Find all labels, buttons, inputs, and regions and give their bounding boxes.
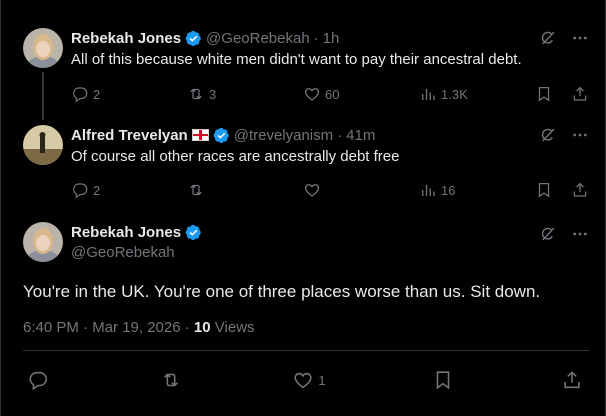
views-number: 10 [193, 319, 211, 336]
verified-badge-icon [185, 30, 202, 47]
post-meta: 6:40 PM · Mar 19, 2026 · 10 Views [23, 319, 255, 336]
focal-post-text: You're in the UK. You're one of three pl… [23, 282, 541, 301]
avatar-rebekah-jones[interactable] [23, 222, 63, 262]
reply-icon [71, 181, 89, 199]
user-handle[interactable]: @GeoRebekah [206, 30, 310, 47]
verified-badge-icon [185, 224, 202, 241]
reply-button[interactable] [27, 369, 53, 391]
reply-icon [71, 85, 89, 103]
share-icon [561, 369, 583, 391]
thread-post-2[interactable]: Alfred Trevelyan @trevelyanism · 41m Of … [1, 125, 606, 205]
reply-button[interactable]: 2 [71, 181, 187, 199]
post-time[interactable]: 41m [346, 127, 375, 144]
display-name[interactable]: Rebekah Jones [71, 30, 181, 47]
post-top-icons [539, 29, 589, 47]
like-button[interactable]: 60 [303, 85, 419, 103]
views-button[interactable]: 1.3K [419, 85, 529, 103]
like-button[interactable]: 1 [292, 369, 326, 391]
thread-line [42, 72, 44, 120]
grok-icon[interactable] [539, 126, 557, 144]
reply-button[interactable]: 2 [71, 85, 187, 103]
analytics-icon [419, 85, 437, 103]
reply-icon [27, 369, 49, 391]
post-header: Rebekah Jones @GeoRebekah · 1h [71, 28, 339, 48]
views-label: Views [214, 319, 255, 336]
more-icon[interactable] [571, 29, 589, 47]
heart-icon [303, 181, 321, 199]
avatar-image [23, 28, 63, 68]
repost-icon [160, 369, 182, 391]
repost-button[interactable] [187, 181, 303, 199]
display-name[interactable]: Alfred Trevelyan [71, 127, 188, 144]
separator-dot: · [313, 29, 319, 47]
avatar-alfred-trevelyan[interactable] [23, 125, 63, 165]
post-top-icons [539, 126, 589, 144]
share-icon[interactable] [571, 85, 589, 103]
views-button[interactable]: 16 [419, 181, 529, 199]
post-time[interactable]: 1h [323, 30, 340, 47]
views-count: 16 [441, 182, 456, 198]
post-header: Alfred Trevelyan @trevelyanism · 41m [71, 125, 375, 145]
post-secondary-actions [535, 181, 589, 199]
heart-icon [292, 369, 314, 391]
reply-count: 2 [93, 182, 101, 198]
avatar-rebekah-jones[interactable] [23, 28, 63, 68]
post-actions: 2 3 60 1.3K [71, 84, 589, 104]
verified-badge-icon [213, 127, 230, 144]
repost-button[interactable]: 3 [187, 85, 303, 103]
bookmark-button[interactable] [432, 369, 454, 391]
post-secondary-actions [535, 85, 589, 103]
repost-icon [187, 85, 205, 103]
user-handle[interactable]: @trevelyanism [234, 127, 333, 144]
england-flag-icon [191, 129, 209, 141]
bookmark-icon [432, 369, 454, 391]
display-name[interactable]: Rebekah Jones [71, 224, 181, 241]
user-handle[interactable]: @GeoRebekah [71, 244, 175, 261]
post-text: All of this because white men didn't wan… [71, 51, 522, 68]
bookmark-icon[interactable] [535, 85, 553, 103]
post-actions: 2 16 [71, 180, 589, 200]
conversation-frame: Rebekah Jones @GeoRebekah · 1h All of th… [0, 0, 606, 416]
heart-icon [303, 85, 321, 103]
divider [23, 350, 589, 351]
repost-button[interactable] [160, 369, 186, 391]
focal-name-row: Rebekah Jones [71, 224, 202, 241]
more-icon[interactable] [571, 126, 589, 144]
post-timestamp[interactable]: 6:40 PM · Mar 19, 2026 · [23, 319, 194, 336]
share-button[interactable] [561, 369, 583, 391]
views-count: 1.3K [441, 86, 468, 102]
grok-icon[interactable] [539, 29, 557, 47]
like-count: 60 [325, 86, 340, 102]
like-count: 1 [318, 372, 326, 388]
repost-icon [187, 181, 205, 199]
avatar-image [23, 125, 63, 165]
bookmark-icon[interactable] [535, 181, 553, 199]
more-icon[interactable] [571, 225, 589, 243]
grok-icon[interactable] [539, 225, 557, 243]
focal-post: Rebekah Jones @GeoRebekah You're in the … [1, 222, 606, 416]
like-button[interactable] [303, 181, 419, 199]
focal-actions: 1 [27, 369, 583, 391]
repost-count: 3 [209, 86, 217, 102]
analytics-icon [419, 181, 437, 199]
thread-post-1[interactable]: Rebekah Jones @GeoRebekah · 1h All of th… [1, 28, 606, 120]
post-top-icons [539, 225, 589, 243]
post-text: Of course all other races are ancestrall… [71, 148, 400, 165]
reply-count: 2 [93, 86, 101, 102]
separator-dot: · [337, 126, 343, 144]
avatar-image [23, 222, 63, 262]
share-icon[interactable] [571, 181, 589, 199]
